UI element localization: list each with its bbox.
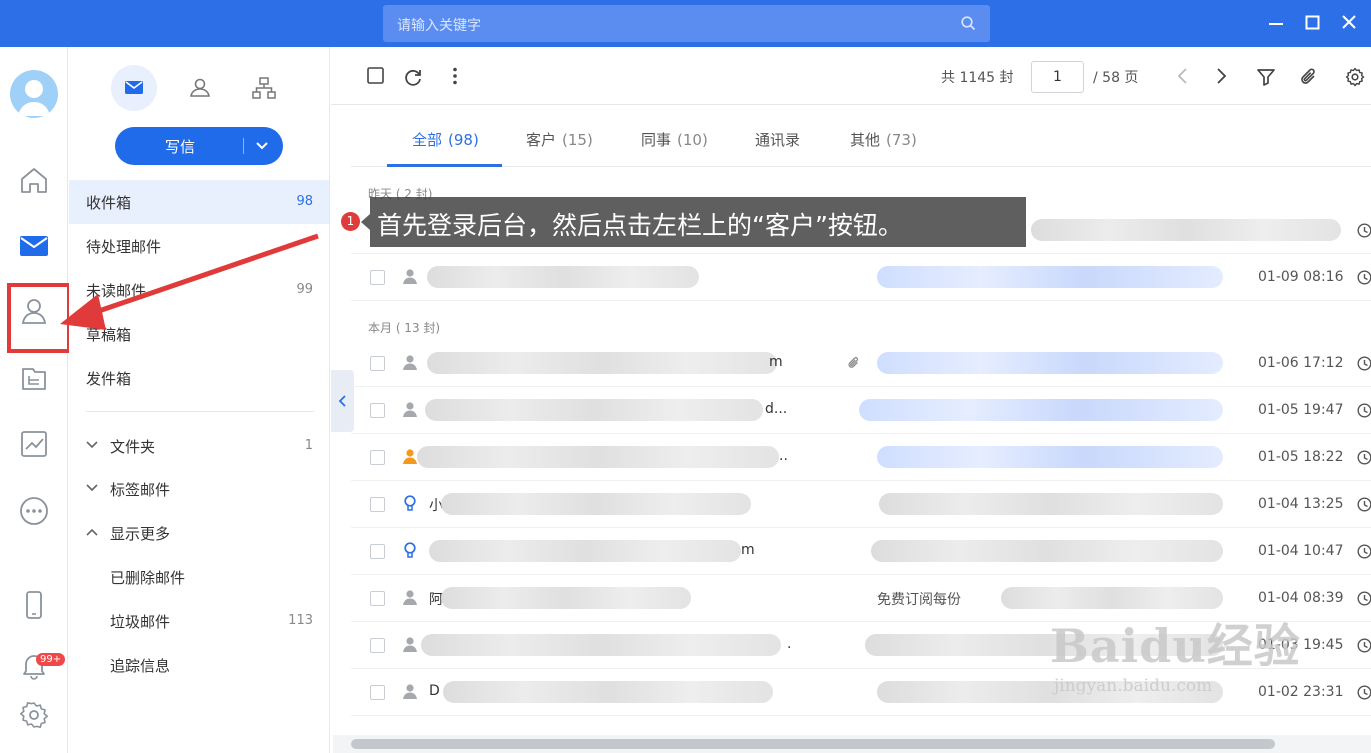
watermark-url: jingyan.baidu.com [1054, 676, 1213, 696]
step-number: 1 [341, 212, 360, 231]
annotation-callout: 首先登录后台，然后点击左栏上的“客户”按钮。 [370, 197, 1026, 247]
watermark-brand: Baidu经验 [1050, 619, 1301, 673]
watermark: Baidu经验 jingyan.baidu.com [1050, 610, 1301, 696]
